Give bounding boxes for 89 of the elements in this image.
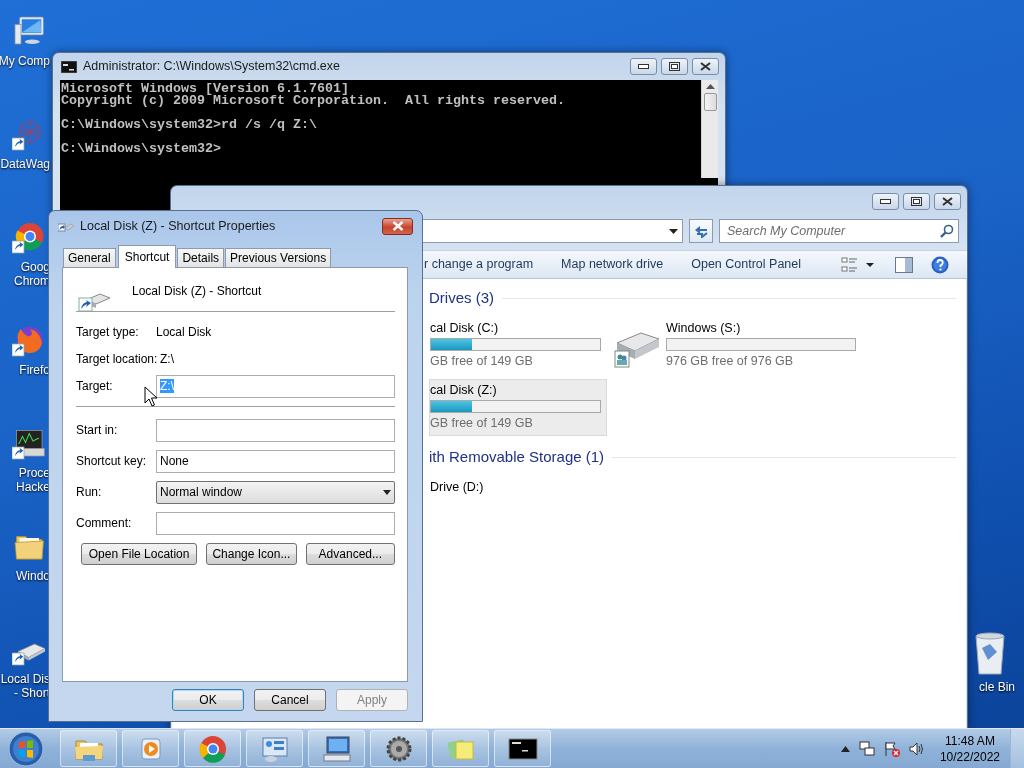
drive-icon [613,329,661,369]
free-space-text: 976 GB free of 976 GB [666,354,795,369]
toolbar-button[interactable]: r change a program [424,257,534,272]
maximize-icon [669,62,680,71]
shortcut-name: Local Disk (Z) - Shortcut [132,284,262,299]
close-icon [391,221,404,231]
minimize-icon [638,64,649,69]
console-line: Microsoft Windows [Version 6.1.7601] [61,83,349,95]
search-field[interactable]: Search My Computer [719,219,959,243]
close-icon [942,196,953,206]
icon-label[interactable]: My Comp [0,54,50,68]
drive-item[interactable]: cal Disk (C:) GB free of 149 GB [429,317,607,374]
toolbar-button[interactable]: Map network drive [561,257,664,272]
scroll-up-arrow-icon[interactable] [705,83,715,89]
console-icon [61,60,77,73]
icon-label[interactable]: Windo [16,569,50,583]
group-header: Drives (3) [429,289,494,307]
field-label: Start in: [76,423,119,438]
text-field[interactable] [156,511,395,535]
taskbar-button[interactable] [494,730,551,767]
window-title: Local Disk (Z) - Shortcut Properties [80,218,276,234]
taskbar-button[interactable] [370,730,427,767]
minimize-button[interactable] [630,58,657,75]
flag-icon[interactable] [883,740,900,757]
mouse-cursor-icon [144,386,158,408]
group-header: ith Removable Storage (1) [429,448,605,466]
run-dropdown[interactable]: Normal window [156,480,395,504]
icon-label[interactable]: Goog Chrom [14,260,50,288]
field-value: Z:\ [160,352,175,367]
show-hidden-icons-icon[interactable] [840,745,850,752]
icon-label[interactable]: Proce Hacke [16,466,50,494]
field-label: Target type: [76,325,140,340]
search-icon[interactable] [940,224,954,238]
field-label: Run: [76,485,103,500]
drive-name: Drive (D:) [430,480,485,495]
drive-name: Windows (S:) [666,321,742,336]
field-label: Shortcut key: [76,454,148,469]
tab[interactable]: Previous Versions [225,247,332,267]
drive-item[interactable]: Windows (S:) 976 GB free of 976 GB [612,317,862,374]
close-button[interactable] [934,192,961,210]
action-button[interactable]: Open File Location [81,542,198,565]
maximize-button[interactable] [903,192,930,210]
refresh-button[interactable] [689,219,713,243]
maximize-icon [911,196,922,206]
tab[interactable]: Details [177,247,225,267]
scrollbar[interactable] [701,80,718,178]
close-button[interactable] [692,58,719,75]
drive-item[interactable]: Drive (D:) [429,476,607,500]
drive-name: cal Disk (Z:) [430,383,498,398]
shortcut-icon [58,220,74,232]
field-label: Target location: [76,352,156,367]
text-field[interactable]: None [156,449,395,473]
action-button[interactable]: Advanced... [305,542,395,565]
start-button[interactable] [6,728,46,768]
tab[interactable]: Shortcut [117,244,177,268]
toolbar-button[interactable]: Open Control Panel [691,257,801,272]
minimize-icon [880,198,891,204]
dialog-button[interactable]: Cancel [254,689,326,711]
caret-icon [383,489,391,495]
free-space-text: GB free of 149 GB [430,354,534,369]
icon-label[interactable]: cle Bin [978,680,1015,694]
close-button[interactable] [382,217,413,235]
drive-name: cal Disk (C:) [430,321,500,336]
free-space-text: GB free of 149 GB [430,416,534,431]
preview-pane-icon[interactable] [895,256,913,273]
action-button[interactable]: Change Icon... [206,542,297,565]
close-icon [700,62,711,71]
console-line: C:\Windows\system32> [61,143,221,155]
text-field[interactable] [156,418,395,442]
network-icon[interactable] [858,740,875,757]
refresh-icon [693,224,709,238]
drive-item[interactable]: cal Disk (Z:) GB free of 149 GB [429,379,607,436]
clock[interactable]: 11:48 AM 10/22/2022 [933,732,1006,765]
console-line: C:\Windows\system32>rd /s /q Z:\ [61,119,317,131]
field-label: Target: [76,379,114,394]
console-line: Copyright (c) 2009 Microsoft Corporation. All rights reserved. [61,95,565,107]
dialog-button[interactable]: OK [172,689,244,711]
volume-icon[interactable] [908,740,925,757]
help-icon[interactable] [931,255,949,274]
icon-label[interactable]: DataWag [0,157,50,171]
dropdown-arrow-icon[interactable] [669,228,678,234]
minimize-button[interactable] [872,192,899,210]
scrollbar-thumb[interactable] [703,93,717,111]
field-value: Local Disk [156,325,213,340]
field-label: Comment: [76,516,133,531]
window-title: Administrator: C:\Windows\System32\cmd.exe [83,59,341,74]
tab[interactable]: General [63,247,116,267]
view-options-icon[interactable] [841,256,877,273]
maximize-button[interactable] [661,58,688,75]
